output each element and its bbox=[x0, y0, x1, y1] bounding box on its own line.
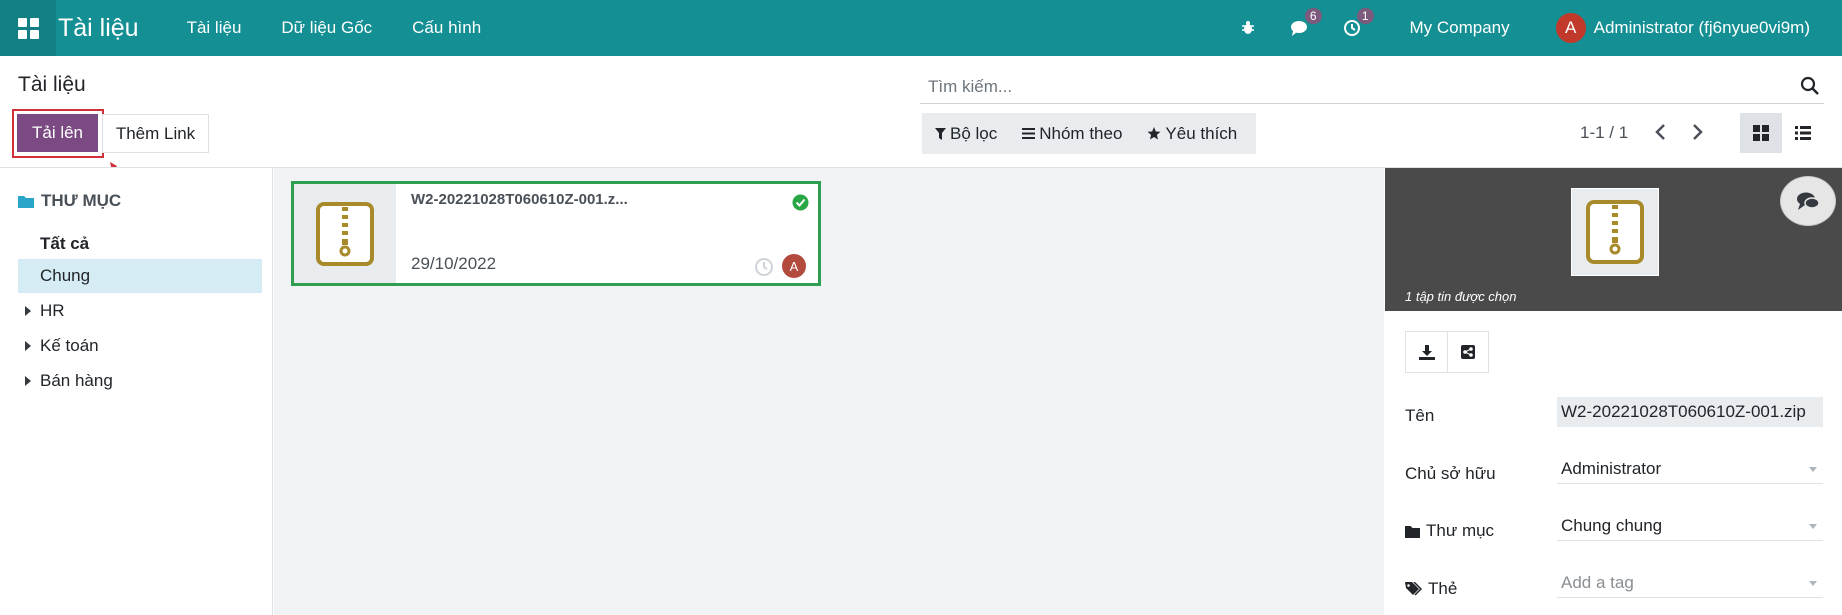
tags-field-label: Thẻ bbox=[1405, 579, 1457, 599]
sidebar-item-label: Bán hàng bbox=[40, 371, 113, 390]
document-thumbnail bbox=[294, 184, 396, 283]
menu-master-data[interactable]: Dữ liệu Gốc bbox=[281, 18, 372, 38]
zip-file-icon bbox=[1586, 200, 1644, 264]
sidebar-item-accounting[interactable]: Kế toán bbox=[18, 329, 262, 363]
owner-value: Administrator bbox=[1561, 458, 1662, 478]
chat-icon bbox=[1797, 192, 1820, 210]
caret-right-icon[interactable] bbox=[25, 341, 31, 351]
messages-badge: 6 bbox=[1304, 8, 1322, 24]
tags-placeholder: Add a tag bbox=[1561, 572, 1634, 592]
user-menu[interactable]: Administrator (fj6nyue0vi9m) bbox=[1594, 18, 1810, 38]
filters-label: Bộ lọc bbox=[950, 123, 998, 143]
user-avatar[interactable]: A bbox=[1555, 13, 1586, 43]
chatter-toggle-button[interactable] bbox=[1780, 176, 1836, 226]
filters-button[interactable]: Bộ lọc bbox=[935, 124, 997, 144]
chevron-left-icon[interactable] bbox=[1654, 122, 1668, 142]
folders-heading-label: THƯ MỤC bbox=[41, 191, 122, 210]
sidebar-item-sales[interactable]: Bán hàng bbox=[18, 364, 262, 398]
menu-documents[interactable]: Tài liệu bbox=[187, 18, 242, 38]
filter-icon bbox=[935, 127, 946, 140]
menu-configuration[interactable]: Cấu hình bbox=[412, 18, 481, 38]
document-card[interactable]: W2-20221028T060610Z-001.z... 29/10/2022 … bbox=[291, 181, 821, 286]
folder-sidebar: THƯ MỤC Tất cả Chung HR Kế toán Bán hàng bbox=[0, 168, 273, 615]
activities-button[interactable]: 1 bbox=[1340, 8, 1374, 40]
dropdown-caret-icon[interactable] bbox=[1809, 467, 1817, 472]
sidebar-item-general[interactable]: Chung bbox=[18, 259, 262, 293]
folder-field-label: Thư mục bbox=[1405, 521, 1494, 541]
sidebar-item-label: HR bbox=[40, 301, 65, 320]
folder-value: Chung chung bbox=[1561, 515, 1663, 535]
star-icon bbox=[1147, 127, 1161, 140]
folder-label-text: Thư mục bbox=[1426, 521, 1495, 540]
apps-grid-icon bbox=[17, 17, 39, 39]
share-button[interactable] bbox=[1447, 332, 1488, 372]
group-by-button[interactable]: Nhóm theo bbox=[1022, 124, 1122, 144]
top-navbar: Tài liệu Tài liệu Dữ liệu Gốc Cấu hình 6… bbox=[0, 0, 1842, 56]
folders-heading: THƯ MỤC bbox=[18, 191, 121, 211]
caret-right-icon[interactable] bbox=[25, 306, 31, 316]
zip-file-icon bbox=[316, 201, 374, 266]
sidebar-item-label: Kế toán bbox=[40, 336, 99, 355]
pager-value[interactable]: 1-1 / 1 bbox=[1580, 123, 1628, 143]
sidebar-item-hr[interactable]: HR bbox=[18, 294, 262, 328]
kanban-grid-icon bbox=[1753, 125, 1769, 141]
owner-avatar[interactable]: A bbox=[782, 254, 806, 278]
dropdown-caret-icon[interactable] bbox=[1809, 524, 1817, 529]
owner-field[interactable]: Administrator bbox=[1557, 454, 1823, 484]
share-icon bbox=[1461, 345, 1475, 359]
upload-button[interactable]: Tải lên bbox=[17, 114, 98, 152]
document-inspector: 1 tập tin được chọn Tên W2-20221028T0606… bbox=[1385, 168, 1842, 615]
download-button[interactable] bbox=[1406, 332, 1447, 372]
add-link-button[interactable]: Thêm Link bbox=[102, 114, 209, 153]
group-by-label: Nhóm theo bbox=[1039, 123, 1123, 143]
folder-icon bbox=[18, 195, 34, 208]
app-title[interactable]: Tài liệu bbox=[58, 14, 139, 43]
bars-icon bbox=[1022, 128, 1036, 139]
check-circle-icon[interactable] bbox=[792, 194, 809, 211]
activity-clock-icon[interactable] bbox=[754, 257, 774, 277]
view-switcher bbox=[1740, 113, 1824, 153]
chevron-right-icon[interactable] bbox=[1690, 122, 1704, 142]
company-switcher[interactable]: My Company bbox=[1410, 18, 1510, 38]
sidebar-item-all[interactable]: Tất cả bbox=[18, 227, 262, 261]
search-bar bbox=[920, 72, 1824, 104]
apps-menu-button[interactable] bbox=[0, 0, 56, 56]
page-title: Tài liệu bbox=[18, 73, 86, 96]
sidebar-item-label: Tất cả bbox=[40, 234, 90, 253]
activities-badge: 1 bbox=[1356, 8, 1374, 24]
name-field[interactable]: W2-20221028T060610Z-001.zip bbox=[1557, 397, 1823, 427]
sidebar-item-label: Chung bbox=[40, 266, 91, 285]
inspector-preview: 1 tập tin được chọn bbox=[1385, 168, 1842, 311]
debug-bug-icon[interactable] bbox=[1236, 16, 1260, 40]
tags-icon bbox=[1405, 581, 1422, 596]
search-input[interactable] bbox=[920, 72, 1780, 102]
kanban-area: W2-20221028T060610Z-001.z... 29/10/2022 … bbox=[274, 168, 1384, 615]
name-field-label: Tên bbox=[1405, 406, 1435, 425]
document-name[interactable]: W2-20221028T060610Z-001.z... bbox=[411, 191, 628, 208]
tags-field[interactable]: Add a tag bbox=[1557, 568, 1823, 598]
selected-count: 1 tập tin được chọn bbox=[1405, 289, 1517, 304]
messages-button[interactable]: 6 bbox=[1288, 8, 1322, 40]
tags-label-text: Thẻ bbox=[1428, 579, 1458, 598]
list-view-button[interactable] bbox=[1782, 113, 1824, 153]
inspector-actions bbox=[1405, 331, 1489, 373]
favorites-label: Yêu thích bbox=[1165, 123, 1238, 143]
inspector-thumbnail[interactable] bbox=[1571, 188, 1659, 276]
list-icon bbox=[1795, 126, 1811, 140]
clock-icon bbox=[1343, 20, 1360, 36]
search-options: Bộ lọc Nhóm theo Yêu thích bbox=[922, 113, 1256, 154]
download-icon bbox=[1418, 344, 1435, 360]
search-icon[interactable] bbox=[1800, 76, 1820, 96]
navbar-right: 6 1 My Company A Administrator (fj6nyue0… bbox=[1222, 0, 1842, 56]
favorites-button[interactable]: Yêu thích bbox=[1147, 124, 1237, 144]
document-date: 29/10/2022 bbox=[411, 254, 497, 273]
kanban-view-button[interactable] bbox=[1740, 113, 1782, 153]
folder-icon bbox=[1405, 525, 1420, 538]
caret-right-icon[interactable] bbox=[25, 376, 31, 386]
folder-field[interactable]: Chung chung bbox=[1557, 511, 1823, 541]
owner-field-label: Chủ sở hữu bbox=[1405, 464, 1496, 483]
dropdown-caret-icon[interactable] bbox=[1809, 581, 1817, 586]
